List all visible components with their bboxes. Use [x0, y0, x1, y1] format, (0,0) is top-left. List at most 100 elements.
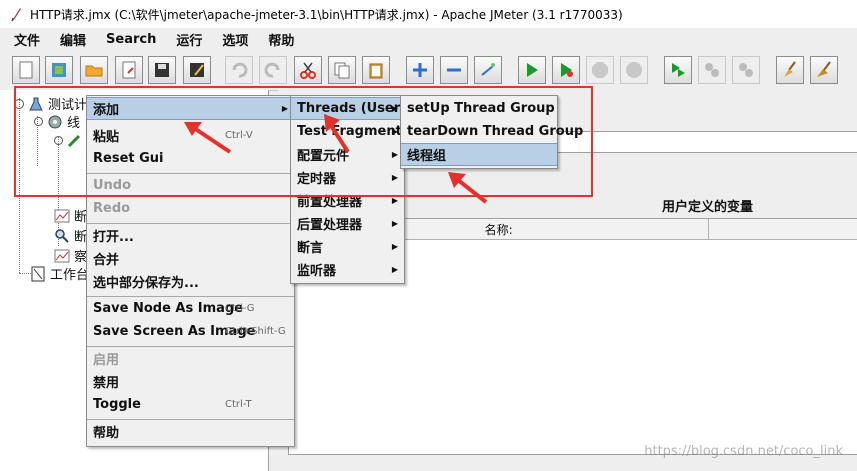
menu-item-redo[interactable]: Redo — [87, 197, 294, 220]
submenu-item-pre-processor[interactable]: 前置处理器 ▶ — [291, 189, 404, 212]
expand-button[interactable] — [406, 56, 434, 84]
menu-options[interactable]: 选项 — [208, 30, 254, 49]
tree-node-sampler[interactable] — [54, 132, 83, 148]
redo-icon — [264, 62, 280, 78]
undo-button[interactable] — [225, 56, 253, 84]
menu-item-merge[interactable]: 合并 — [87, 247, 294, 270]
submenu-item-setup-thread-group[interactable]: setUp Thread Group — [401, 97, 557, 120]
menu-run[interactable]: 运行 — [162, 30, 208, 49]
submenu-arrow-icon: ▶ — [391, 127, 398, 136]
templates-button[interactable] — [45, 56, 73, 84]
stop-button[interactable] — [586, 56, 614, 84]
tree-node-thread-group[interactable]: 线 — [34, 112, 80, 131]
menu-edit[interactable]: 编辑 — [46, 30, 92, 49]
menu-item-enable[interactable]: 启用 — [87, 347, 294, 370]
open-button[interactable] — [80, 56, 108, 84]
paste-button[interactable] — [362, 56, 390, 84]
test-plan-flask-icon — [29, 97, 43, 110]
submenu-item-listener[interactable]: 监听器 ▶ — [291, 258, 404, 281]
start-button[interactable] — [518, 56, 546, 84]
tree-node-label: 工作台 — [50, 268, 90, 283]
remote-play-icon — [672, 63, 685, 77]
submenu-item-teardown-thread-group[interactable]: tearDown Thread Group — [401, 120, 583, 143]
title-bar: HTTP请求.jmx (C:\软件\jmeter\apache-jmeter-3… — [0, 0, 857, 28]
submenu-item-thread-group[interactable]: 线程组 — [401, 143, 557, 166]
broom-icon — [784, 61, 796, 77]
start-no-pause-button[interactable] — [552, 56, 580, 84]
add-submenu: Threads (Users) ▶ Test Fragment ▶ 配置元件 ▶ 定时… — [290, 95, 414, 284]
clear-button[interactable] — [776, 56, 804, 84]
tree-node-assertion-1[interactable]: 断 — [54, 206, 87, 225]
play-icon — [527, 63, 538, 77]
open-folder-icon — [85, 65, 103, 77]
workbench-book-icon — [31, 266, 45, 281]
tree-node-label: 测试计 — [48, 98, 88, 113]
close-file-icon — [122, 61, 136, 79]
tree-node-test-plan[interactable]: 测试计 — [14, 94, 87, 113]
sampler-pen-icon — [67, 134, 81, 148]
jmeter-feather-icon — [11, 8, 21, 22]
submenu-item-threads-users[interactable]: Threads (Users) ▶ — [291, 97, 414, 120]
menu-item-undo[interactable]: Undo — [87, 174, 294, 197]
play-no-timers-icon — [561, 63, 573, 77]
context-menu: 添加 ▶ 粘贴 Ctrl-V Reset Gui Undo Redo 打开... 合… — [86, 95, 295, 447]
templates-icon — [52, 63, 66, 77]
menu-item-disable[interactable]: 禁用 — [87, 370, 294, 393]
menu-search[interactable]: Search — [92, 32, 162, 47]
submenu-arrow-icon: ▶ — [391, 173, 398, 182]
menu-bar: 文件 编辑 Search 运行 选项 帮助 — [0, 28, 857, 50]
menu-item-reset-gui[interactable]: Reset Gui — [87, 147, 294, 170]
new-button[interactable] — [12, 56, 40, 84]
close-button[interactable] — [115, 56, 143, 84]
menu-help[interactable]: 帮助 — [254, 30, 300, 49]
menu-item-add[interactable]: 添加 ▶ — [87, 97, 294, 120]
menu-item-save-screen-as-image[interactable]: Save Screen As Image Ctrl+Shift-G — [87, 320, 294, 343]
tree-toggle-icon[interactable] — [34, 117, 43, 126]
clipboard-icon — [369, 63, 383, 79]
column-header-value — [709, 219, 857, 239]
scissors-icon — [300, 62, 316, 79]
save-button[interactable] — [148, 56, 176, 84]
copy-button[interactable] — [328, 56, 356, 84]
tree-node-workbench[interactable]: 工作台 — [30, 264, 89, 283]
clear-all-button[interactable] — [810, 56, 838, 84]
plus-icon — [413, 63, 427, 77]
submenu-item-post-processor[interactable]: 后置处理器 ▶ — [291, 212, 404, 235]
save-edit-icon — [190, 63, 204, 77]
thread-group-gear-icon — [48, 115, 62, 128]
remote-shutdown-button[interactable] — [732, 56, 760, 84]
threads-submenu: setUp Thread Group tearDown Thread Group… — [400, 95, 583, 169]
remote-start-button[interactable] — [664, 56, 692, 84]
tree-toggle-icon[interactable] — [54, 135, 63, 145]
submenu-arrow-icon: ▶ — [391, 104, 398, 113]
cut-button[interactable] — [294, 56, 322, 84]
menu-file[interactable]: 文件 — [0, 30, 46, 49]
save-as-button[interactable] — [183, 56, 211, 84]
minus-icon — [447, 68, 461, 72]
toggle-wand-icon — [481, 63, 495, 76]
menu-item-save-selection-as[interactable]: 选中部分保存为... — [87, 270, 294, 293]
submenu-item-config-element[interactable]: 配置元件 ▶ — [291, 143, 404, 166]
shutdown-button[interactable] — [620, 56, 648, 84]
submenu-item-test-fragment[interactable]: Test Fragment ▶ — [291, 120, 404, 143]
menu-item-save-node-as-image[interactable]: Save Node As Image Ctrl-G — [87, 297, 294, 320]
listener-graph-icon — [54, 209, 70, 222]
menu-item-toggle[interactable]: Toggle Ctrl-T — [87, 393, 294, 416]
listener-graph-icon — [54, 249, 70, 262]
magnifier-icon — [55, 228, 69, 243]
tree-node-listener[interactable]: 察 — [54, 246, 87, 265]
submenu-arrow-icon: ▶ — [391, 150, 398, 159]
remote-stop-button[interactable] — [698, 56, 726, 84]
tree-node-assertion-2[interactable]: 断 — [54, 226, 87, 245]
tree-toggle-icon[interactable] — [14, 98, 24, 109]
toggle-button[interactable] — [474, 56, 502, 84]
collapse-button[interactable] — [440, 56, 468, 84]
new-file-icon — [19, 61, 33, 79]
submenu-item-timer[interactable]: 定时器 ▶ — [291, 166, 404, 189]
menu-item-paste[interactable]: 粘贴 Ctrl-V — [87, 124, 294, 147]
submenu-item-assertion[interactable]: 断言 ▶ — [291, 235, 404, 258]
submenu-arrow-icon: ▶ — [391, 196, 398, 205]
redo-button[interactable] — [259, 56, 287, 84]
menu-item-open[interactable]: 打开... — [87, 224, 294, 247]
menu-item-help[interactable]: 帮助 — [87, 420, 294, 443]
